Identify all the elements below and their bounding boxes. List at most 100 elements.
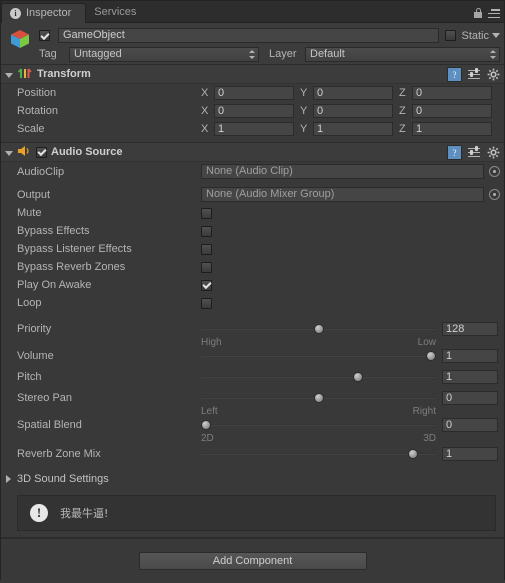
static-dropdown-chevron-icon[interactable] [492,33,500,38]
tab-services[interactable]: Services [86,2,150,22]
priority-slider-handle[interactable] [313,324,324,334]
volume-slider-handle[interactable] [426,351,436,361]
layer-label: Layer [269,48,297,60]
gear-icon[interactable] [487,146,500,159]
scale-y-input[interactable]: 1 [313,122,393,136]
axis-x-label: X [201,105,209,117]
reverb-zone-mix-value-input[interactable]: 1 [442,447,498,461]
tag-value: Untagged [74,47,122,60]
rotation-z-input[interactable]: 0 [412,104,492,118]
info-icon: i [10,7,21,19]
play-on-awake-row: Play On Awake [1,276,504,294]
audio-source-enabled-checkbox[interactable] [36,146,47,158]
preset-icon[interactable] [468,146,481,159]
axis-x-label: X [201,87,209,99]
gameobject-cube-icon [9,28,31,50]
audio-source-foldout-icon[interactable] [5,150,13,156]
bypass-effects-label: Bypass Effects [17,225,90,237]
pitch-label: Pitch [17,371,42,383]
layer-dropdown[interactable]: Default [305,46,500,62]
reverb-zone-mix-slider-handle[interactable] [407,449,418,459]
scale-z-input[interactable]: 1 [412,122,492,136]
pitch-slider-wrap: 1 [201,370,504,384]
transform-foldout-icon[interactable] [5,72,13,78]
bypass-reverb-zones-checkbox[interactable] [201,261,212,273]
audio-clip-object-field[interactable]: None (Audio Clip) [201,164,484,179]
axis-z-label: Z [399,123,406,135]
priority-slider-track[interactable]: High Low [201,323,436,348]
play-on-awake-label: Play On Awake [17,279,92,291]
stereo-pan-slider-handle[interactable] [313,393,324,403]
loop-checkbox[interactable] [201,297,212,309]
component-transform: Transform ? Position X 0 Y 0 Z 0 Rotatio… [1,65,504,143]
pitch-slider-track[interactable] [201,371,436,383]
priority-value-input[interactable]: 128 [442,322,498,336]
3d-sound-settings-foldout[interactable]: 3D Sound Settings [1,469,504,489]
tab-inspector[interactable]: i Inspector [1,3,87,23]
stereo-pan-slider-wrap: Left Right 0 [201,391,504,417]
axis-x-label: X [201,123,209,135]
help-icon[interactable]: ? [447,145,462,160]
stereo-pan-value-input[interactable]: 0 [442,391,498,405]
static-toggle-group: Static [445,30,500,42]
rotation-x-input[interactable]: 0 [214,104,294,118]
transform-row-scale: Scale X 1 Y 1 Z 1 [1,120,504,138]
axis-y-label: Y [300,105,308,117]
static-label: Static [461,29,489,42]
transform-row-position: Position X 0 Y 0 Z 0 [1,84,504,102]
spatial-blend-slider-handle[interactable] [201,420,211,430]
bypass-effects-row: Bypass Effects [1,222,504,240]
transform-header[interactable]: Transform ? [1,65,504,84]
spatial-blend-label: Spatial Blend [17,419,82,431]
tag-layer-row: Tag Untagged Layer Default [39,46,500,62]
object-picker-icon[interactable] [489,166,500,177]
priority-row: Priority High Low 128 [1,320,504,348]
audio-source-header-icons: ? [447,145,500,160]
gameobject-name-row: GameObject Static [39,27,500,44]
help-icon[interactable]: ? [447,67,462,82]
position-z-input[interactable]: 0 [412,86,492,100]
audio-source-header[interactable]: Audio Source ? [1,143,504,162]
bypass-listener-effects-checkbox[interactable] [201,243,212,255]
transform-title: Transform [37,68,91,80]
add-component-button[interactable]: Add Component [138,552,367,570]
axis-y-label: Y [300,87,308,99]
lock-icon[interactable] [473,8,483,19]
object-picker-icon[interactable] [489,189,500,200]
position-vector3: X 0 Y 0 Z 0 [201,86,504,100]
output-object-field[interactable]: None (Audio Mixer Group) [201,187,484,202]
tab-bar-actions [473,8,500,19]
gameobject-enabled-checkbox[interactable] [39,30,50,41]
pitch-value-input[interactable]: 1 [442,370,498,384]
spatial-blend-slider-track[interactable]: 2D 3D [201,419,436,444]
rotation-y-input[interactable]: 0 [313,104,393,118]
bypass-listener-effects-row: Bypass Listener Effects [1,240,504,258]
position-y-input[interactable]: 0 [313,86,393,100]
static-checkbox[interactable] [445,30,457,41]
output-label: Output [17,188,51,201]
3d-sound-settings-foldout-icon[interactable] [6,475,11,483]
play-on-awake-checkbox[interactable] [201,279,212,291]
tag-dropdown[interactable]: Untagged [69,46,259,62]
transform-header-icons: ? [447,67,500,82]
scale-x-input[interactable]: 1 [214,122,294,136]
bypass-effects-checkbox[interactable] [201,225,212,237]
position-x-input[interactable]: 0 [214,86,294,100]
object-header: GameObject Static Tag Untagged Layer Def… [1,23,504,65]
hamburger-menu-icon[interactable] [488,9,500,18]
reverb-zone-mix-slider-track[interactable] [201,448,436,460]
stereo-pan-label: Stereo Pan [17,392,73,404]
preset-icon[interactable] [468,68,481,81]
volume-value-input[interactable]: 1 [442,349,498,363]
inspector-window: i Inspector Services GameObject Static T… [0,0,505,583]
stereo-pan-slider-track[interactable]: Left Right [201,392,436,417]
volume-slider-track[interactable] [201,350,436,362]
audio-source-title: Audio Source [51,146,123,158]
tab-inspector-label: Inspector [26,7,72,19]
pitch-slider-handle[interactable] [353,372,364,382]
mute-checkbox[interactable] [201,207,212,219]
spatial-blend-value-input[interactable]: 0 [442,418,498,432]
gear-icon[interactable] [487,68,500,81]
gameobject-name-input[interactable]: GameObject [58,28,440,43]
axis-y-label: Y [300,123,308,135]
